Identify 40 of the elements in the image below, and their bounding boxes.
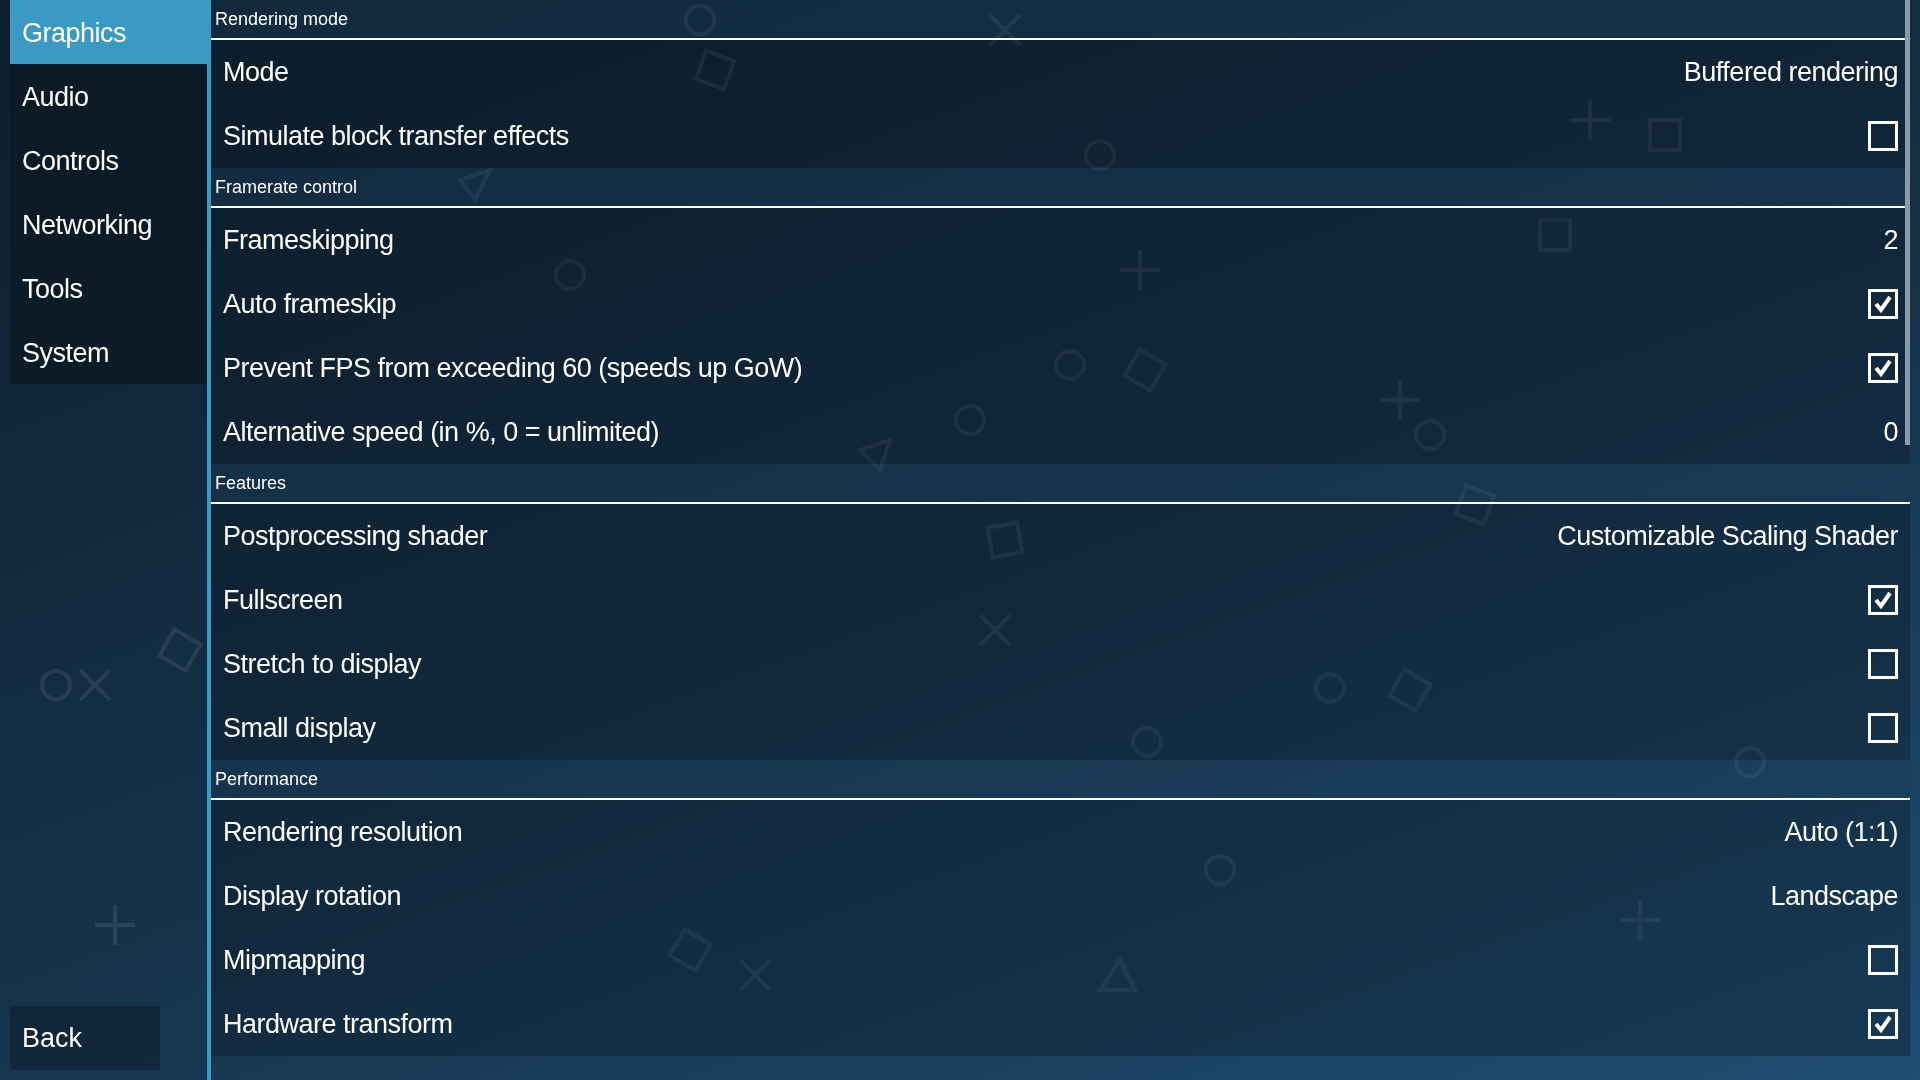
setting-label[interactable]: Fullscreen bbox=[223, 579, 343, 621]
setting-label[interactable]: Mode bbox=[223, 51, 289, 93]
setting-value[interactable]: Auto (1:1) bbox=[1784, 811, 1898, 853]
setting-label[interactable]: Hardware transform bbox=[223, 1003, 453, 1045]
setting-value[interactable]: 0 bbox=[1883, 411, 1898, 453]
section-header: Features bbox=[211, 464, 1910, 504]
setting-value[interactable]: Customizable Scaling Shader bbox=[1557, 515, 1898, 557]
checkbox[interactable] bbox=[1868, 289, 1898, 319]
setting-label[interactable]: Display rotation bbox=[223, 875, 402, 917]
setting-label[interactable]: Rendering resolution bbox=[223, 811, 463, 853]
checkbox[interactable] bbox=[1868, 585, 1898, 615]
back-button[interactable]: Back bbox=[10, 1006, 160, 1070]
checkbox[interactable] bbox=[1868, 649, 1898, 679]
setting-label[interactable]: Alternative speed (in %, 0 = unlimited) bbox=[223, 411, 659, 453]
setting-label[interactable]: Auto frameskip bbox=[223, 283, 397, 325]
setting-value[interactable]: 2 bbox=[1883, 219, 1898, 261]
checkbox[interactable] bbox=[1868, 713, 1898, 743]
setting-value[interactable]: Landscape bbox=[1770, 875, 1898, 917]
setting-label[interactable]: Postprocessing shader bbox=[223, 515, 488, 557]
setting-label[interactable]: Simulate block transfer effects bbox=[223, 115, 569, 157]
setting-label[interactable]: Mipmapping bbox=[223, 939, 366, 981]
check-icon bbox=[1873, 294, 1893, 314]
checkbox[interactable] bbox=[1868, 945, 1898, 975]
setting-label[interactable]: Small display bbox=[223, 707, 376, 749]
check-icon bbox=[1873, 358, 1893, 378]
setting-value[interactable]: Buffered rendering bbox=[1683, 51, 1898, 93]
sidebar-tab[interactable]: Controls bbox=[10, 128, 207, 192]
checkbox[interactable] bbox=[1868, 1009, 1898, 1039]
section-header: Performance bbox=[211, 760, 1910, 800]
sidebar-tab[interactable]: Networking bbox=[10, 192, 207, 256]
scrollbar[interactable] bbox=[1905, 0, 1910, 445]
setting-label[interactable]: Stretch to display bbox=[223, 643, 422, 685]
checkbox[interactable] bbox=[1868, 121, 1898, 151]
check-icon bbox=[1873, 1014, 1893, 1034]
sidebar-tab[interactable]: Audio bbox=[10, 64, 207, 128]
check-icon bbox=[1873, 590, 1893, 610]
checkbox[interactable] bbox=[1868, 353, 1898, 383]
setting-label[interactable]: Frameskipping bbox=[223, 219, 394, 261]
sidebar-tab[interactable]: System bbox=[10, 320, 207, 384]
sidebar-tab[interactable]: Tools bbox=[10, 256, 207, 320]
